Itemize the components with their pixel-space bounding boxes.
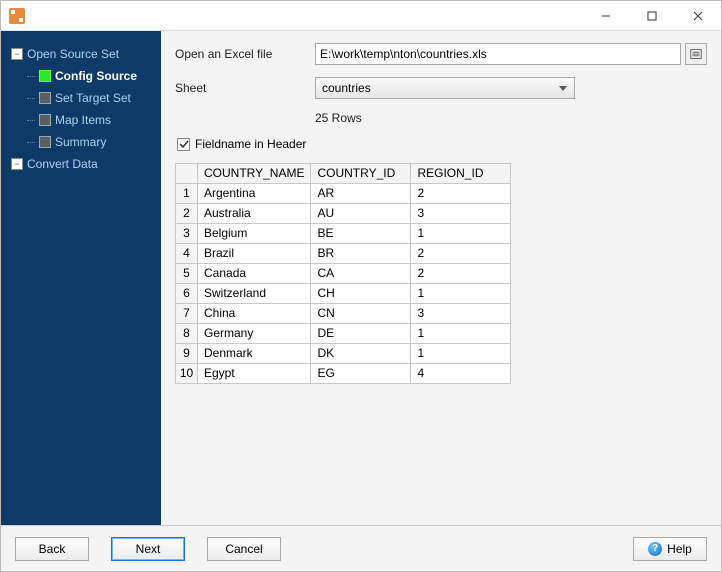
preview-table: COUNTRY_NAME COUNTRY_ID REGION_ID 1Argen… [175, 163, 511, 384]
sidebar-item-label: Config Source [55, 69, 137, 83]
cancel-button[interactable]: Cancel [207, 537, 281, 561]
sidebar-item-convert-data[interactable]: − Convert Data [1, 153, 161, 175]
titlebar [1, 1, 721, 31]
sidebar-item-label: Convert Data [27, 157, 98, 171]
table-cell[interactable]: 2 [411, 184, 511, 204]
table-cell[interactable]: AU [311, 204, 411, 224]
minimize-button[interactable] [583, 1, 629, 31]
tree-collapse-icon[interactable]: − [11, 48, 23, 60]
table-cell[interactable]: AR [311, 184, 411, 204]
table-cell[interactable]: Belgium [198, 224, 311, 244]
row-number: 9 [176, 344, 198, 364]
table-cell[interactable]: 1 [411, 324, 511, 344]
main-panel: Open an Excel file Sheet countries 25 Ro… [161, 31, 721, 525]
table-row[interactable]: 5CanadaCA2 [176, 264, 511, 284]
table-row[interactable]: 7ChinaCN3 [176, 304, 511, 324]
row-number: 1 [176, 184, 198, 204]
sidebar-item-open-source-set[interactable]: − Open Source Set [1, 43, 161, 65]
wizard-sidebar: − Open Source Set Config Source Set Targ… [1, 31, 161, 525]
row-number: 4 [176, 244, 198, 264]
table-cell[interactable]: BE [311, 224, 411, 244]
table-row[interactable]: 8GermanyDE1 [176, 324, 511, 344]
table-header[interactable]: COUNTRY_ID [311, 164, 411, 184]
table-cell[interactable]: EG [311, 364, 411, 384]
browse-icon [689, 47, 703, 61]
table-header[interactable]: REGION_ID [411, 164, 511, 184]
sheet-label: Sheet [175, 81, 315, 95]
table-cell[interactable]: 1 [411, 284, 511, 304]
table-cell[interactable]: 3 [411, 204, 511, 224]
row-number: 7 [176, 304, 198, 324]
close-button[interactable] [675, 1, 721, 31]
row-number: 10 [176, 364, 198, 384]
table-cell[interactable]: DE [311, 324, 411, 344]
step-marker-icon [39, 92, 51, 104]
table-cell[interactable]: Germany [198, 324, 311, 344]
row-number: 2 [176, 204, 198, 224]
table-cell[interactable]: 2 [411, 264, 511, 284]
table-cell[interactable]: Canada [198, 264, 311, 284]
table-cell[interactable]: BR [311, 244, 411, 264]
sidebar-item-set-target-set[interactable]: Set Target Set [1, 87, 161, 109]
sidebar-item-summary[interactable]: Summary [1, 131, 161, 153]
row-number: 8 [176, 324, 198, 344]
table-header[interactable]: COUNTRY_NAME [198, 164, 311, 184]
sheet-value: countries [322, 81, 371, 95]
sidebar-item-label: Open Source Set [27, 47, 119, 61]
table-cell[interactable]: CN [311, 304, 411, 324]
sidebar-item-map-items[interactable]: Map Items [1, 109, 161, 131]
open-file-label: Open an Excel file [175, 47, 315, 61]
table-cell[interactable]: 1 [411, 344, 511, 364]
table-row[interactable]: 9DenmarkDK1 [176, 344, 511, 364]
table-row[interactable]: 4BrazilBR2 [176, 244, 511, 264]
table-row[interactable]: 10EgyptEG4 [176, 364, 511, 384]
footer-bar: Back Next Cancel ? Help [1, 525, 721, 571]
table-cell[interactable]: Denmark [198, 344, 311, 364]
row-number: 3 [176, 224, 198, 244]
table-cell[interactable]: 2 [411, 244, 511, 264]
table-row[interactable]: 2AustraliaAU3 [176, 204, 511, 224]
table-cell[interactable]: 1 [411, 224, 511, 244]
sidebar-item-config-source[interactable]: Config Source [1, 65, 161, 87]
browse-button[interactable] [685, 43, 707, 65]
help-icon: ? [648, 542, 662, 556]
next-button[interactable]: Next [111, 537, 185, 561]
table-cell[interactable]: Egypt [198, 364, 311, 384]
fieldname-header-checkbox[interactable] [177, 138, 190, 151]
sheet-select[interactable]: countries [315, 77, 575, 99]
table-row[interactable]: 6SwitzerlandCH1 [176, 284, 511, 304]
tree-collapse-icon[interactable]: − [11, 158, 23, 170]
table-row[interactable]: 3BelgiumBE1 [176, 224, 511, 244]
table-corner [176, 164, 198, 184]
fieldname-header-label: Fieldname in Header [195, 137, 306, 151]
row-number: 6 [176, 284, 198, 304]
step-marker-icon [39, 136, 51, 148]
row-number: 5 [176, 264, 198, 284]
check-icon [179, 139, 189, 149]
table-cell[interactable]: 4 [411, 364, 511, 384]
table-row[interactable]: 1ArgentinaAR2 [176, 184, 511, 204]
table-cell[interactable]: Brazil [198, 244, 311, 264]
file-path-input[interactable] [315, 43, 681, 65]
table-cell[interactable]: Australia [198, 204, 311, 224]
table-cell[interactable]: CA [311, 264, 411, 284]
sidebar-item-label: Summary [55, 135, 106, 149]
sidebar-item-label: Map Items [55, 113, 111, 127]
help-button[interactable]: ? Help [633, 537, 707, 561]
maximize-button[interactable] [629, 1, 675, 31]
sidebar-item-label: Set Target Set [55, 91, 131, 105]
step-marker-icon [39, 114, 51, 126]
back-button[interactable]: Back [15, 537, 89, 561]
table-cell[interactable]: 3 [411, 304, 511, 324]
table-cell[interactable]: Switzerland [198, 284, 311, 304]
row-count-label: 25 Rows [315, 111, 707, 125]
content: − Open Source Set Config Source Set Targ… [1, 31, 721, 525]
table-cell[interactable]: China [198, 304, 311, 324]
table-cell[interactable]: Argentina [198, 184, 311, 204]
step-marker-icon [39, 70, 51, 82]
table-cell[interactable]: DK [311, 344, 411, 364]
app-icon [9, 8, 25, 24]
table-cell[interactable]: CH [311, 284, 411, 304]
